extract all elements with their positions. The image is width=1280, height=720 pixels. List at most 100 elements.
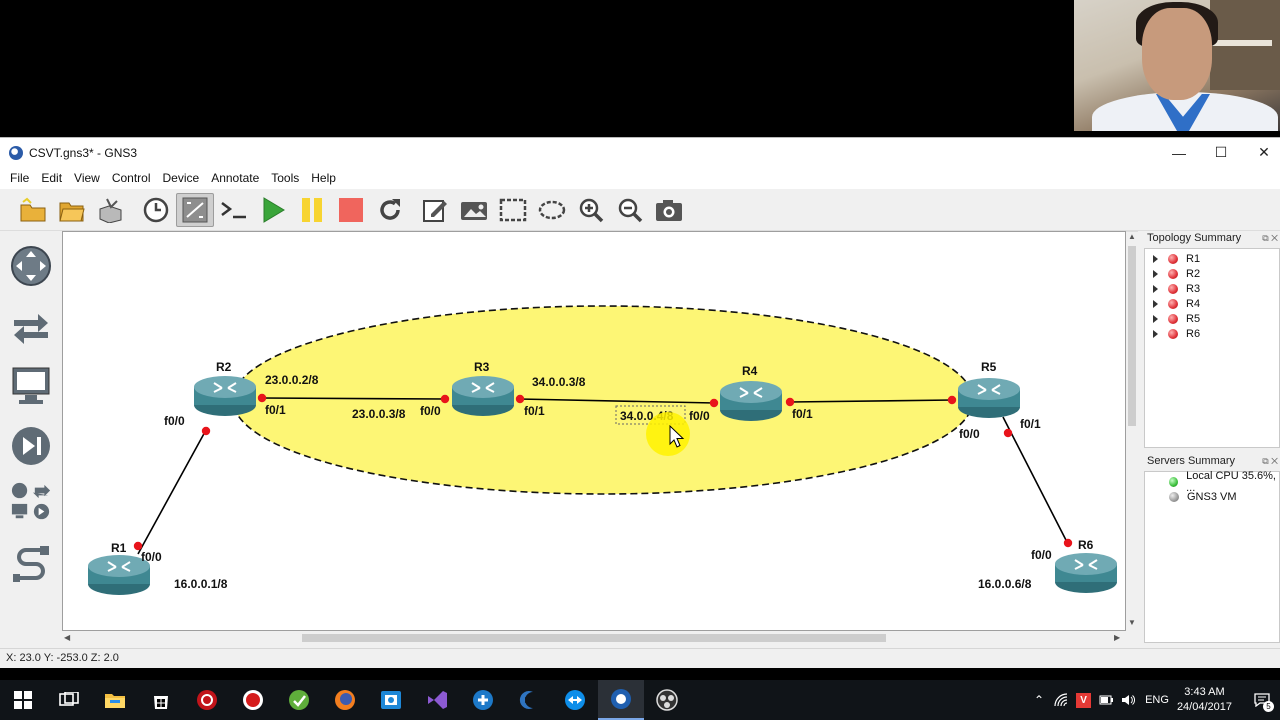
link-r5-r6[interactable] (1002, 416, 1069, 545)
stop-icon[interactable] (332, 193, 370, 227)
router-r2[interactable] (194, 376, 256, 416)
summary-node-r2[interactable]: R2 (1145, 266, 1279, 281)
iface-r3-f01[interactable]: f0/1 (524, 404, 545, 418)
server-local[interactable]: Local CPU 35.6%, ... (1145, 470, 1279, 494)
iface-r4-f01[interactable]: f0/1 (792, 407, 813, 421)
menu-tools[interactable]: Tools (266, 171, 306, 185)
router-name-r4[interactable]: R4 (742, 364, 758, 378)
add-note-icon[interactable] (416, 193, 454, 227)
console-icon[interactable] (215, 193, 253, 227)
windows-taskbar: ⌃ V ENG 3:43 AM 24/04/2017 5 (0, 680, 1280, 720)
router-r5[interactable] (958, 378, 1020, 418)
open-project-icon[interactable] (53, 193, 91, 227)
visual-studio-icon[interactable] (414, 680, 460, 720)
router-r3[interactable] (452, 376, 514, 416)
note-r2-address[interactable]: 23.0.0.2/8 (265, 373, 319, 387)
teamviewer-icon[interactable] (552, 680, 598, 720)
summary-node-r1[interactable]: R1 (1145, 251, 1279, 266)
iface-r4-f00[interactable]: f0/0 (689, 409, 710, 423)
iface-r2-f01[interactable]: f0/1 (265, 403, 286, 417)
switches-category-icon[interactable] (10, 305, 52, 347)
note-r6-address[interactable]: 16.0.0.6/8 (978, 577, 1032, 591)
router-name-r1[interactable]: R1 (111, 541, 127, 555)
insert-picture-icon[interactable] (455, 193, 493, 227)
routers-category-icon[interactable] (10, 245, 52, 287)
menu-help[interactable]: Help (306, 171, 343, 185)
iface-r5-f01[interactable]: f0/1 (1020, 417, 1041, 431)
task-view-icon[interactable] (46, 680, 92, 720)
eclipse-icon[interactable] (506, 680, 552, 720)
language-indicator[interactable]: ENG (1145, 694, 1169, 706)
zoom-out-icon[interactable] (611, 193, 649, 227)
iface-r1-f00[interactable]: f0/0 (141, 550, 162, 564)
summary-node-r3[interactable]: R3 (1145, 281, 1279, 296)
iface-r3-f00[interactable]: f0/0 (420, 404, 441, 418)
draw-ellipse-icon[interactable] (533, 193, 571, 227)
router-name-r2[interactable]: R2 (216, 360, 232, 374)
vmware-icon[interactable] (460, 680, 506, 720)
file-explorer-icon[interactable] (92, 680, 138, 720)
end-devices-category-icon[interactable] (10, 365, 52, 407)
router-name-r5[interactable]: R5 (981, 360, 997, 374)
link-r2-r3[interactable] (260, 397, 447, 400)
start-icon[interactable] (254, 193, 292, 227)
menu-file[interactable]: File (5, 171, 36, 185)
canvas-horizontal-scrollbar[interactable]: ◀ ▶ (62, 631, 1126, 645)
menu-view[interactable]: View (69, 171, 107, 185)
note-r1-address[interactable]: 16.0.0.1/8 (174, 577, 228, 591)
save-project-icon[interactable] (92, 193, 130, 227)
menu-device[interactable]: Device (158, 171, 207, 185)
router-r6[interactable] (1055, 553, 1117, 593)
obs-icon[interactable] (644, 680, 690, 720)
network-icon[interactable] (1054, 693, 1068, 707)
windows-start-icon[interactable] (0, 680, 46, 720)
iface-r5-f00[interactable]: f0/0 (959, 427, 980, 441)
topology-canvas[interactable]: R2 R3 R4 R5 R1 R6 f0/0 f0/1 f0/0 f0/1 f0… (62, 231, 1126, 631)
router-r4[interactable] (720, 381, 782, 421)
firefox-icon[interactable] (322, 680, 368, 720)
app-red-icon[interactable] (184, 680, 230, 720)
link-r1-r2[interactable] (137, 429, 207, 555)
note-r3-left-address[interactable]: 23.0.0.3/8 (352, 407, 406, 421)
close-button[interactable]: ✕ (1242, 138, 1280, 167)
iface-r6-f00[interactable]: f0/0 (1031, 548, 1052, 562)
canvas-vertical-scrollbar[interactable]: ▲ ▼ (1126, 231, 1138, 631)
outlook-icon[interactable] (368, 680, 414, 720)
new-project-icon[interactable] (14, 193, 52, 227)
security-devices-category-icon[interactable] (10, 425, 52, 467)
menu-edit[interactable]: Edit (36, 171, 69, 185)
volume-icon[interactable] (1121, 693, 1136, 707)
zoom-in-icon[interactable] (572, 193, 610, 227)
snapshot-icon[interactable] (137, 193, 175, 227)
add-link-icon[interactable] (10, 543, 52, 585)
iface-r2-f00[interactable]: f0/0 (164, 414, 185, 428)
show-interface-labels-icon[interactable] (176, 192, 214, 227)
screenshot-icon[interactable] (650, 193, 688, 227)
reload-icon[interactable] (371, 193, 409, 227)
app-green-icon[interactable] (276, 680, 322, 720)
suspend-icon[interactable] (293, 193, 331, 227)
battery-icon[interactable] (1099, 694, 1114, 706)
all-devices-category-icon[interactable] (10, 481, 52, 523)
menu-control[interactable]: Control (107, 171, 158, 185)
draw-rectangle-icon[interactable] (494, 193, 532, 227)
menu-annotate[interactable]: Annotate (206, 171, 266, 185)
app-record-icon[interactable] (230, 680, 276, 720)
summary-node-r6[interactable]: R6 (1145, 326, 1279, 341)
action-center-icon[interactable]: 5 (1244, 693, 1280, 712)
summary-node-r4[interactable]: R4 (1145, 296, 1279, 311)
chevron-up-icon[interactable]: ⌃ (1034, 693, 1044, 707)
maximize-button[interactable]: ☐ (1199, 138, 1243, 167)
screen: CSVT.gns3* - GNS3 — ☐ ✕ File Edit View C… (0, 0, 1280, 720)
store-icon[interactable] (138, 680, 184, 720)
vivaldi-tray-icon[interactable]: V (1076, 692, 1092, 708)
clock[interactable]: 3:43 AM 24/04/2017 (1177, 685, 1232, 715)
note-r3-address[interactable]: 34.0.0.3/8 (532, 375, 586, 389)
dock-float-close-icon[interactable]: ⧉ ✕ (1262, 456, 1278, 467)
summary-node-r5[interactable]: R5 (1145, 311, 1279, 326)
router-name-r6[interactable]: R6 (1078, 538, 1094, 552)
dock-float-close-icon[interactable]: ⧉ ✕ (1262, 233, 1278, 244)
gns3-taskbar-icon[interactable] (598, 680, 644, 720)
router-name-r3[interactable]: R3 (474, 360, 490, 374)
minimize-button[interactable]: — (1157, 138, 1201, 167)
